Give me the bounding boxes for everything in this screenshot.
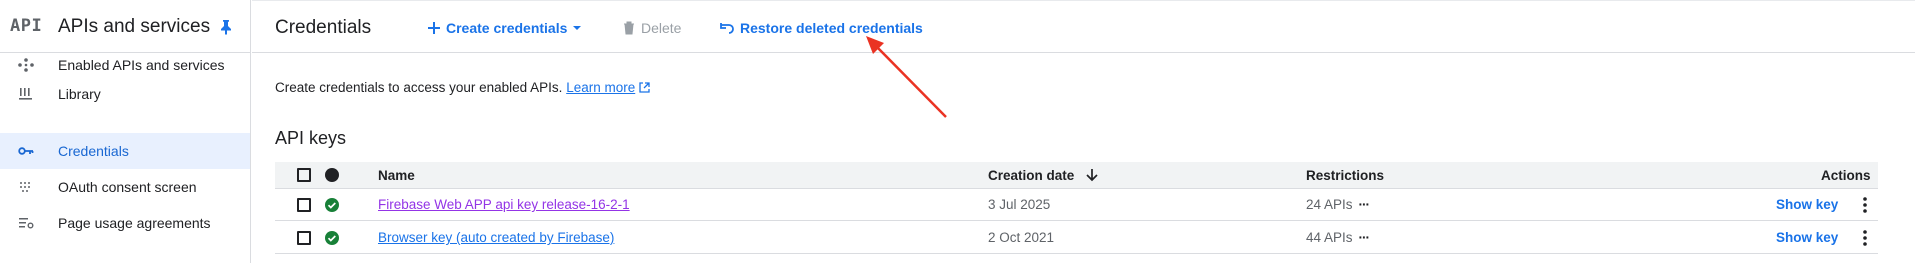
external-link-icon xyxy=(639,82,650,93)
plus-icon xyxy=(428,22,440,34)
restrictions-cell: 44 APIs ··· xyxy=(1306,230,1370,245)
intro-description: Create credentials to access your enable… xyxy=(275,80,563,95)
restore-deleted-credentials-button[interactable]: Restore deleted credentials xyxy=(720,20,923,36)
undo-icon xyxy=(720,23,734,34)
sidebar-item-label: OAuth consent screen xyxy=(58,179,197,195)
api-key-name-link[interactable]: Firebase Web APP api key release-16-2-1 xyxy=(378,197,630,212)
more-vert-icon[interactable] xyxy=(1863,197,1867,213)
sort-arrow-down-icon xyxy=(1086,169,1098,182)
hub-icon xyxy=(18,58,34,72)
more-vert-icon[interactable] xyxy=(1863,230,1867,246)
restrictions-count: 44 APIs xyxy=(1306,230,1353,245)
check-circle-icon xyxy=(325,231,339,245)
delete-label: Delete xyxy=(641,20,682,36)
row-checkbox[interactable] xyxy=(297,231,311,245)
sidebar-item-library[interactable]: Library xyxy=(0,76,250,112)
caret-down-icon xyxy=(573,26,582,30)
column-creation-date-label: Creation date xyxy=(988,168,1075,183)
sidebar-header: API APIs and services xyxy=(0,0,251,53)
table-row: Browser key (auto created by Firebase) 2… xyxy=(275,222,1878,254)
trash-icon xyxy=(624,21,634,35)
column-name[interactable]: Name xyxy=(378,168,415,183)
sidebar-item-label: Credentials xyxy=(58,143,129,159)
sidebar-item-oauth-consent[interactable]: OAuth consent screen xyxy=(0,169,250,205)
header-bar: Credentials Create credentials Delete Re… xyxy=(252,0,1915,53)
api-key-name-link[interactable]: Browser key (auto created by Firebase) xyxy=(378,230,614,245)
sidebar-item-page-usage[interactable]: Page usage agreements xyxy=(0,205,250,241)
section-title-api-keys: API keys xyxy=(275,128,347,148)
creation-date: 3 Jul 2025 xyxy=(988,197,1051,212)
page-title: Credentials xyxy=(275,17,372,38)
row-checkbox[interactable] xyxy=(297,198,311,212)
pin-icon[interactable] xyxy=(219,19,233,35)
library-icon xyxy=(19,88,32,100)
restrictions-cell: 24 APIs ··· xyxy=(1306,197,1370,212)
key-icon xyxy=(18,147,34,155)
sidebar: API APIs and services Enabled APIs and s… xyxy=(0,0,251,263)
intro-text: Create credentials to access your enable… xyxy=(275,80,650,95)
column-creation-date[interactable]: Creation date xyxy=(988,168,1098,183)
table-header: Name Creation date Restrictions Actions xyxy=(275,162,1878,189)
select-all-checkbox[interactable] xyxy=(297,168,311,182)
delete-button[interactable]: Delete xyxy=(623,20,681,36)
column-actions: Actions xyxy=(1821,168,1871,183)
show-key-button[interactable]: Show key xyxy=(1776,230,1838,245)
more-horiz-icon[interactable]: ··· xyxy=(1359,197,1370,212)
sidebar-item-label: Library xyxy=(58,86,101,102)
restore-label: Restore deleted credentials xyxy=(740,20,923,36)
api-logo: API xyxy=(10,16,43,36)
learn-more-link[interactable]: Learn more xyxy=(566,80,635,95)
create-credentials-button[interactable]: Create credentials xyxy=(428,20,582,36)
sidebar-title: APIs and services xyxy=(58,16,211,37)
check-circle-icon xyxy=(325,198,339,212)
sidebar-item-label: Enabled APIs and services xyxy=(58,57,225,73)
sidebar-item-label: Page usage agreements xyxy=(58,215,211,231)
show-key-button[interactable]: Show key xyxy=(1776,197,1838,212)
column-restrictions: Restrictions xyxy=(1306,168,1385,183)
more-horiz-icon[interactable]: ··· xyxy=(1359,230,1370,245)
creation-date: 2 Oct 2021 xyxy=(988,230,1055,245)
create-credentials-label: Create credentials xyxy=(446,20,568,36)
oauth-icon xyxy=(20,182,30,192)
restrictions-count: 24 APIs xyxy=(1306,197,1353,212)
status-column-icon xyxy=(325,168,339,182)
table-row: Firebase Web APP api key release-16-2-1 … xyxy=(275,189,1878,221)
settings-list-icon xyxy=(19,218,34,229)
sidebar-item-credentials[interactable]: Credentials xyxy=(0,133,250,169)
